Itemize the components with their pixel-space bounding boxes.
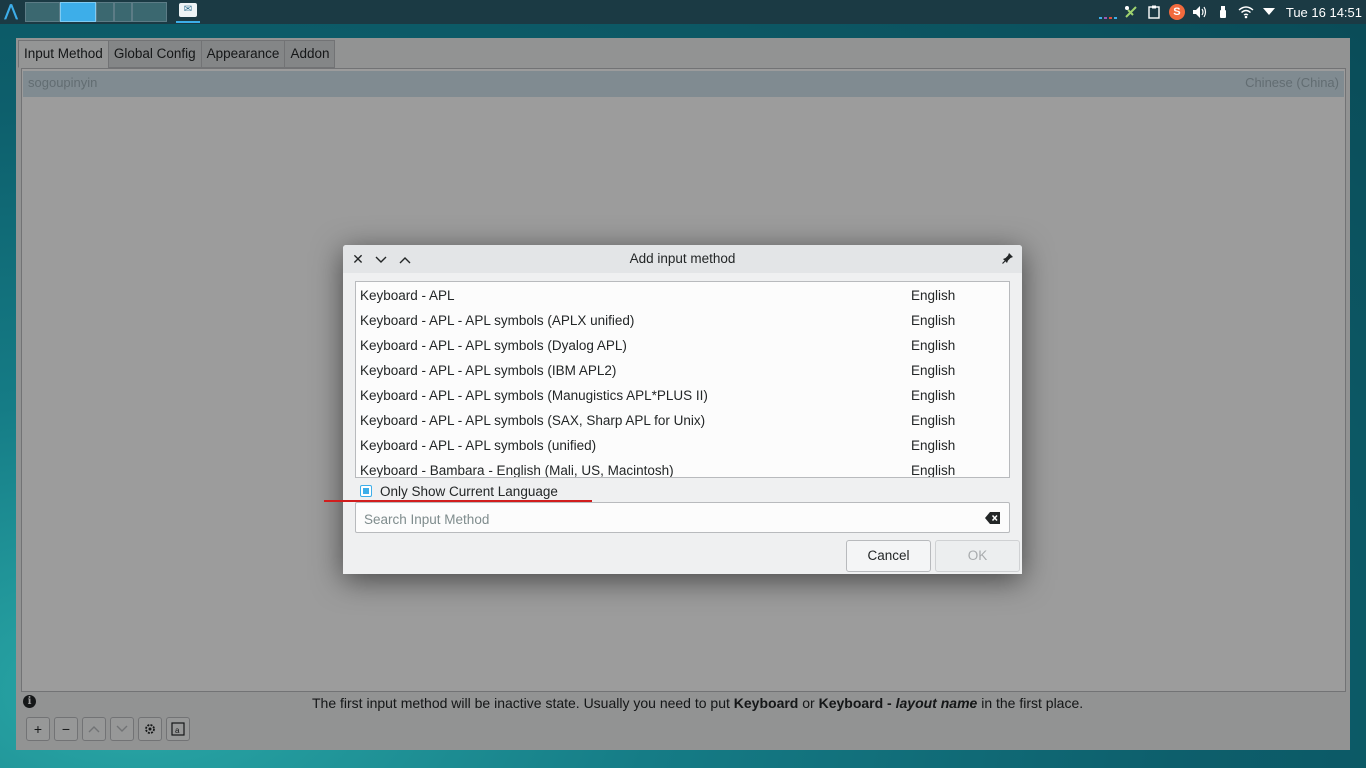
checkbox-label: Only Show Current Language — [380, 483, 558, 499]
checkbox-checked-icon[interactable] — [360, 485, 372, 497]
pin-icon[interactable] — [998, 249, 1018, 269]
fcitx-config-icon: ✉ — [179, 3, 197, 17]
list-item[interactable]: Keyboard - APL English — [356, 283, 1009, 308]
search-input-container[interactable] — [355, 502, 1010, 533]
dialog-title: Add input method — [629, 251, 736, 266]
desktop-pager — [25, 2, 167, 22]
annotation-underline — [324, 500, 592, 502]
im-name: Keyboard - APL - APL symbols (unified) — [360, 438, 597, 453]
arrow-expand-icon[interactable] — [1260, 3, 1278, 21]
available-input-methods-list[interactable]: Keyboard - APL English Keyboard - APL - A… — [355, 281, 1010, 478]
cancel-button[interactable]: Cancel — [846, 540, 931, 572]
list-item[interactable]: Keyboard - APL - APL symbols (unified) En… — [356, 433, 1009, 458]
im-language: English — [911, 388, 956, 403]
clipboard-icon[interactable] — [1145, 3, 1163, 21]
list-item[interactable]: Keyboard - APL - APL symbols (SAX, Sharp… — [356, 408, 1009, 433]
search-input[interactable] — [362, 508, 966, 530]
desktop-4[interactable] — [114, 2, 132, 22]
network-tool-icon[interactable] — [1122, 3, 1140, 21]
desktop-2[interactable] — [60, 2, 96, 22]
im-language: English — [911, 288, 956, 303]
desktop-3[interactable] — [96, 2, 114, 22]
list-item[interactable]: Keyboard - Bambara - English (Mali, US, … — [356, 458, 1009, 478]
im-language: English — [911, 313, 956, 328]
im-language: English — [911, 463, 956, 478]
list-item[interactable]: Keyboard - APL - APL symbols (APLX unifi… — [356, 308, 1009, 333]
im-name: Keyboard - APL - APL symbols (Manugistic… — [360, 388, 708, 403]
dialog-titlebar[interactable]: ✕ Add input method — [343, 245, 1022, 273]
list-item[interactable]: Keyboard - APL - APL symbols (IBM APL2) E… — [356, 358, 1009, 383]
im-language: English — [911, 438, 956, 453]
task-active-indicator — [176, 21, 200, 23]
im-name: Keyboard - APL - APL symbols (SAX, Sharp… — [360, 413, 706, 428]
taskbar-item-fcitx-config[interactable]: ✉ — [174, 0, 202, 24]
im-name: Keyboard - APL - APL symbols (APLX unifi… — [360, 313, 635, 328]
list-item[interactable]: Keyboard - APL - APL symbols (Dyalog APL… — [356, 333, 1009, 358]
im-language: English — [911, 363, 956, 378]
sogou-icon[interactable]: S — [1168, 3, 1186, 21]
add-input-method-dialog: ✕ Add input method Keyboard - APL English… — [343, 245, 1022, 574]
im-language: English — [911, 413, 956, 428]
im-name: Keyboard - APL — [360, 288, 455, 303]
wifi-icon[interactable] — [1237, 3, 1255, 21]
only-current-language-checkbox[interactable]: Only Show Current Language — [360, 483, 558, 499]
app-launcher-icon[interactable]: ⋀ — [2, 2, 20, 22]
im-name: Keyboard - Bambara - English (Mali, US, … — [360, 463, 674, 478]
clock[interactable]: Tue 16 14:51 — [1286, 5, 1362, 20]
usb-device-icon[interactable] — [1214, 3, 1232, 21]
im-name: Keyboard - APL - APL symbols (Dyalog APL… — [360, 338, 627, 353]
volume-icon[interactable] — [1191, 3, 1209, 21]
im-name: Keyboard - APL - APL symbols (IBM APL2) — [360, 363, 617, 378]
top-panel: ⋀ ✉ S Tue 16 14:51 — [0, 0, 1366, 24]
ok-button[interactable]: OK — [935, 540, 1020, 572]
desktop-1[interactable] — [25, 2, 60, 22]
list-item[interactable]: Keyboard - APL - APL symbols (Manugistic… — [356, 383, 1009, 408]
keyboard-layout-icon[interactable] — [1098, 3, 1117, 21]
system-tray: S Tue 16 14:51 — [1094, 0, 1366, 24]
desktop-5[interactable] — [132, 2, 167, 22]
clear-icon[interactable] — [985, 511, 1001, 525]
im-language: English — [911, 338, 956, 353]
